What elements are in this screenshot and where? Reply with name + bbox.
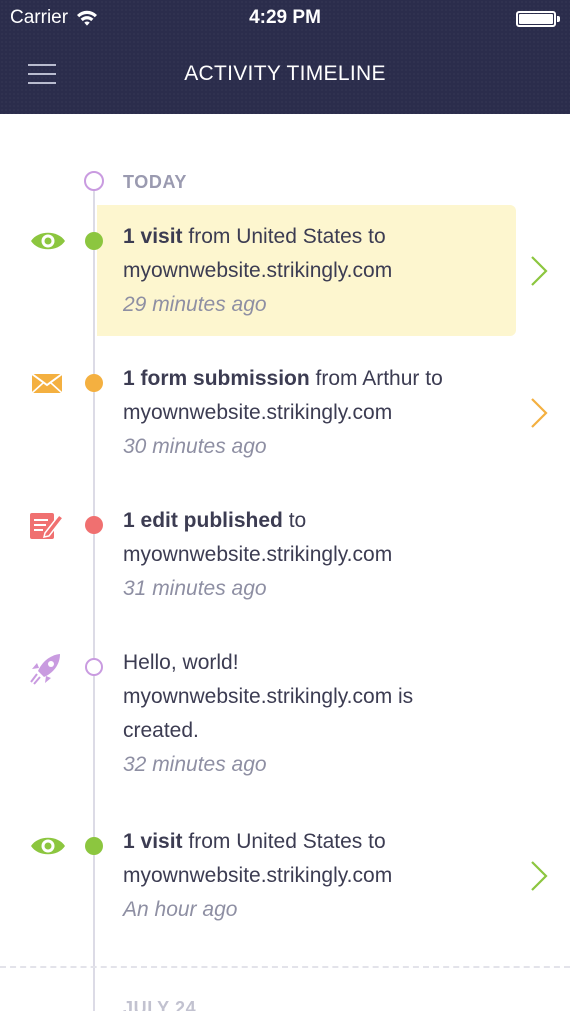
timeline-item-created[interactable]: Hello, world! myownwebsite.strikingly.co… xyxy=(0,631,570,796)
status-time: 4:29 PM xyxy=(249,7,321,28)
item-site: myownwebsite.strikingly.com is xyxy=(123,685,414,708)
item-time-ago: 30 minutes ago xyxy=(123,435,267,458)
section-header-today: TODAY xyxy=(0,114,570,192)
timeline-item-edit[interactable]: 1 edit published to myownwebsite.strikin… xyxy=(0,489,570,620)
timeline-dot xyxy=(85,837,103,855)
item-line1: Hello, world! xyxy=(123,651,239,674)
item-text: 1 visit from United States to myownwebsi… xyxy=(123,220,523,322)
item-rest: to xyxy=(282,509,307,532)
item-site: myownwebsite.strikingly.com xyxy=(123,259,393,282)
chevron-right-icon[interactable] xyxy=(528,254,550,288)
item-bold: 1 visit xyxy=(123,225,183,248)
chevron-right-icon[interactable] xyxy=(528,396,550,430)
battery-icon xyxy=(516,11,560,27)
timeline-dot xyxy=(85,374,103,392)
item-bold: 1 form submission xyxy=(123,367,310,390)
timeline-item-form[interactable]: 1 form submission from Arthur to myownwe… xyxy=(0,347,570,478)
item-text: Hello, world! myownwebsite.strikingly.co… xyxy=(123,646,523,782)
item-rest: from Arthur to xyxy=(309,367,443,390)
section-divider xyxy=(0,966,570,968)
item-time-ago: 29 minutes ago xyxy=(123,293,267,316)
section-marker xyxy=(84,171,104,191)
item-time-ago: 32 minutes ago xyxy=(123,753,267,776)
section-label-next: JULY 24 xyxy=(123,998,197,1011)
timeline-item-visit-1[interactable]: 1 visit from United States to myownwebsi… xyxy=(0,205,570,336)
page-title: ACTIVITY TIMELINE xyxy=(184,62,386,85)
nav-bar: ACTIVITY TIMELINE xyxy=(0,38,570,114)
item-site: myownwebsite.strikingly.com xyxy=(123,401,393,424)
item-bold: 1 visit xyxy=(123,830,183,853)
item-line3: created. xyxy=(123,719,199,742)
eye-icon xyxy=(28,226,68,256)
item-text: 1 edit published to myownwebsite.strikin… xyxy=(123,504,523,606)
activity-timeline[interactable]: TODAY 1 visit from United States to myow… xyxy=(0,114,570,1011)
section-label-today: TODAY xyxy=(123,172,188,192)
eye-icon xyxy=(28,831,68,861)
status-bar: Carrier 4:29 PM xyxy=(0,0,570,38)
item-rest: from United States to xyxy=(182,225,386,248)
item-site: myownwebsite.strikingly.com xyxy=(123,543,393,566)
app-screen: Carrier 4:29 PM ACTIVITY TIMELINE TODAY … xyxy=(0,0,570,1011)
timeline-dot xyxy=(85,658,103,676)
chevron-right-icon[interactable] xyxy=(528,859,550,893)
edit-document-icon xyxy=(28,510,68,540)
item-time-ago: 31 minutes ago xyxy=(123,577,267,600)
item-rest: from United States to xyxy=(182,830,386,853)
envelope-icon xyxy=(28,368,68,398)
rocket-icon xyxy=(28,652,68,685)
header: Carrier 4:29 PM ACTIVITY TIMELINE xyxy=(0,0,570,114)
item-text: 1 visit from United States to myownwebsi… xyxy=(123,825,523,927)
item-text: 1 form submission from Arthur to myownwe… xyxy=(123,362,523,464)
timeline-dot xyxy=(85,516,103,534)
item-time-ago: An hour ago xyxy=(123,898,238,921)
item-site: myownwebsite.strikingly.com xyxy=(123,864,393,887)
timeline-item-visit-2[interactable]: 1 visit from United States to myownwebsi… xyxy=(0,810,570,941)
item-bold: 1 edit published xyxy=(123,509,283,532)
timeline-dot xyxy=(85,232,103,250)
